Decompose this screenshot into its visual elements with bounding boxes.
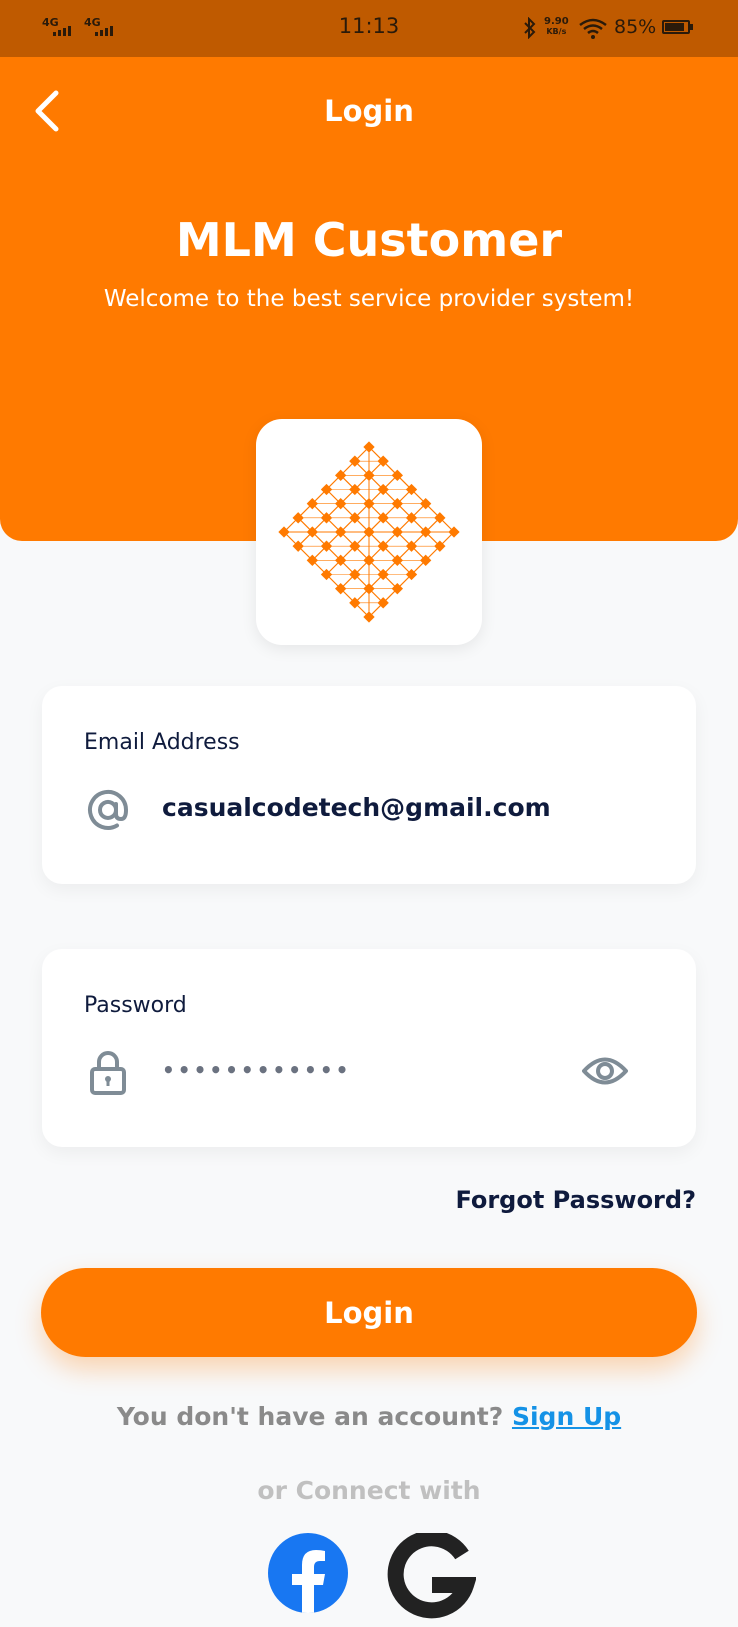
lock-icon <box>84 1049 132 1097</box>
speed-value: 9.90 <box>544 16 569 27</box>
app-tagline: Welcome to the best service provider sys… <box>103 286 635 312</box>
signup-link[interactable]: Sign Up <box>512 1402 621 1431</box>
email-label: Email Address <box>84 730 240 755</box>
signup-prompt-row: You don't have an account? Sign Up <box>0 1402 738 1431</box>
speed-unit: KB/s <box>546 27 567 36</box>
at-icon <box>84 786 132 834</box>
battery-icon <box>662 20 690 34</box>
signup-prompt: You don't have an account? <box>116 1402 504 1431</box>
app-name: MLM Customer <box>175 213 563 267</box>
app-logo <box>256 419 482 645</box>
password-visibility-toggle[interactable] <box>577 1045 633 1101</box>
bluetooth-icon <box>522 16 538 43</box>
facebook-icon <box>268 1550 348 1613</box>
battery-percent: 85% <box>614 16 657 38</box>
google-login-button[interactable] <box>386 1530 477 1623</box>
email-input[interactable] <box>162 784 582 830</box>
network-speed: 9.90 KB/s <box>544 17 569 37</box>
forgot-password-link[interactable]: Forgot Password? <box>455 1186 696 1214</box>
page-title: Login <box>324 94 414 128</box>
password-field[interactable]: Password <box>42 949 696 1147</box>
network-diamond-icon <box>278 441 460 623</box>
eye-icon <box>581 1054 629 1092</box>
password-label: Password <box>84 993 187 1018</box>
connect-with-text: or Connect with <box>257 1476 481 1505</box>
facebook-login-button[interactable] <box>268 1533 348 1613</box>
login-button[interactable]: Login <box>41 1268 697 1357</box>
email-field[interactable]: Email Address <box>42 686 696 884</box>
password-input[interactable] <box>162 1047 582 1093</box>
battery-tip <box>690 24 693 30</box>
wifi-icon <box>578 17 608 43</box>
google-icon <box>386 1530 477 1627</box>
